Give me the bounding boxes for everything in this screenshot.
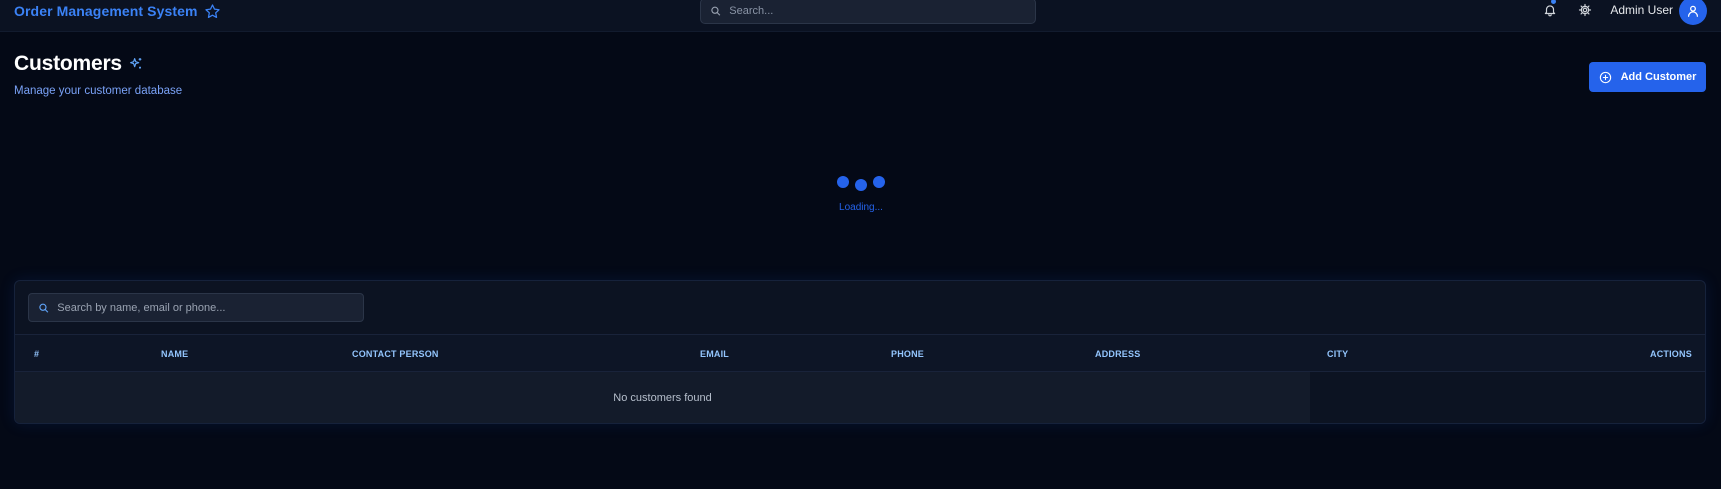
add-customer-label: Add Customer <box>1620 71 1697 83</box>
sparkle-icon <box>129 58 142 69</box>
column-header-contact-person[interactable]: CONTACT PERSON <box>352 335 439 373</box>
column-header-city[interactable]: CITY <box>1327 335 1348 373</box>
user-avatar[interactable] <box>1679 0 1707 25</box>
column-header-index[interactable]: # <box>34 335 39 373</box>
table-body: No customers found <box>15 372 1705 423</box>
settings-button[interactable] <box>1572 0 1598 22</box>
bell-icon <box>1545 5 1556 17</box>
loading-dot <box>873 176 885 188</box>
loading-dot <box>837 176 849 188</box>
empty-row-remainder <box>1310 372 1705 423</box>
add-customer-button[interactable]: Add Customer <box>1589 62 1706 92</box>
column-header-actions[interactable]: ACTIONS <box>1650 335 1692 373</box>
page-header: Customers Manage your customer database <box>14 52 182 97</box>
user-controls: Admin User <box>1537 0 1707 25</box>
loading-text: Loading... <box>839 202 883 213</box>
search-icon <box>711 6 721 16</box>
global-search-input[interactable] <box>729 5 1035 17</box>
empty-state-cell: No customers found <box>15 372 1310 423</box>
table-header: # NAME CONTACT PERSON EMAIL PHONE ADDRES… <box>15 334 1705 372</box>
column-header-name[interactable]: NAME <box>161 335 188 373</box>
loading-dots <box>820 176 902 192</box>
global-search-box[interactable] <box>700 0 1036 24</box>
loading-indicator: Loading... <box>820 176 902 213</box>
page-title: Customers <box>14 52 122 75</box>
page-subtitle: Manage your customer database <box>14 85 183 97</box>
brand: Order Management System <box>14 1 221 21</box>
top-navigation-bar: Order Management System Admin User <box>0 0 1721 32</box>
star-icon[interactable] <box>204 3 221 20</box>
column-header-phone[interactable]: PHONE <box>891 335 924 373</box>
empty-state-text: No customers found <box>613 392 712 404</box>
column-header-address[interactable]: ADDRESS <box>1095 335 1140 373</box>
plus-circle-icon <box>1599 71 1611 83</box>
gear-icon <box>1579 3 1592 17</box>
loading-dot <box>855 179 867 191</box>
customer-search-box[interactable] <box>28 293 364 322</box>
search-icon <box>39 303 49 313</box>
notifications-button[interactable] <box>1537 0 1563 22</box>
app-title[interactable]: Order Management System <box>14 3 198 19</box>
customer-search-input[interactable] <box>57 301 363 314</box>
column-header-email[interactable]: EMAIL <box>700 335 729 373</box>
user-name[interactable]: Admin User <box>1610 3 1673 17</box>
user-icon <box>1687 5 1699 17</box>
customers-table-card: # NAME CONTACT PERSON EMAIL PHONE ADDRES… <box>14 280 1706 424</box>
